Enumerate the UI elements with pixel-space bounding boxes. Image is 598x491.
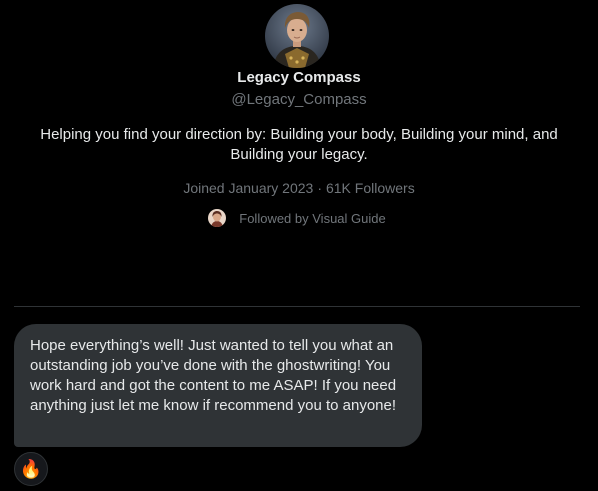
- profile-avatar[interactable]: [265, 4, 329, 68]
- divider: [14, 306, 580, 307]
- joined-date: Joined January 2023: [183, 180, 314, 196]
- fire-reaction-icon[interactable]: 🔥: [14, 452, 48, 486]
- meta-separator: ·: [317, 180, 322, 196]
- follower-avatar-image: [208, 209, 227, 227]
- followed-by-label: Followed by Visual Guide: [239, 210, 386, 226]
- followed-by[interactable]: Followed by Visual Guide: [0, 208, 598, 228]
- profile-avatar-image: [265, 4, 329, 68]
- profile-display-name[interactable]: Legacy Compass: [0, 69, 598, 87]
- message-text: Hope everything’s well! Just wanted to t…: [30, 337, 397, 414]
- profile-handle: @Legacy_Compass: [231, 91, 367, 108]
- follower-avatar: [208, 209, 227, 227]
- message-bubble[interactable]: Hope everything’s well! Just wanted to t…: [14, 324, 422, 447]
- reaction-emoji: 🔥: [19, 459, 43, 479]
- followers-count[interactable]: 61K Followers: [326, 180, 415, 196]
- profile-bio: Helping you find your direction by: Buil…: [40, 126, 558, 163]
- profile-meta: Joined January 2023 · 61K Followers: [0, 179, 598, 197]
